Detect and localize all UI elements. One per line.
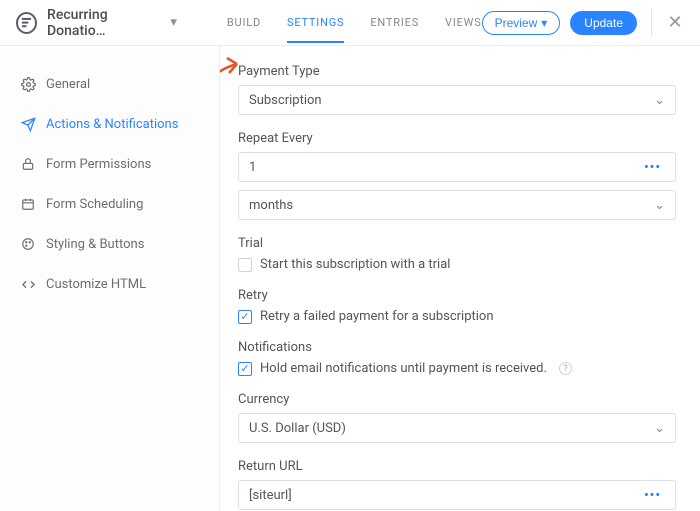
help-icon[interactable]: ? (559, 362, 572, 375)
label-currency: Currency (238, 392, 676, 407)
settings-panel: Payment Type Subscription ⌄ Repeat Every… (220, 46, 700, 511)
gear-icon (20, 76, 36, 92)
label-return-url: Return URL (238, 459, 676, 474)
label-payment-type: Payment Type (238, 64, 676, 79)
sidebar-item-label: General (46, 77, 90, 92)
field-retry: Retry Retry a failed payment for a subsc… (238, 288, 676, 324)
input-repeat-value[interactable]: 1 ••• (238, 152, 676, 182)
header-actions: Preview ▾ Update ✕ (482, 9, 684, 37)
preview-button[interactable]: Preview ▾ (482, 11, 561, 35)
caret-down-icon: ▾ (170, 15, 177, 30)
more-options-icon[interactable]: ••• (640, 160, 665, 175)
field-currency: Currency U.S. Dollar (USD) ⌄ (238, 392, 676, 443)
chevron-down-icon: ⌄ (654, 198, 665, 213)
calendar-icon (20, 196, 36, 212)
sidebar-item-label: Actions & Notifications (46, 117, 178, 132)
lock-icon (20, 156, 36, 172)
sidebar-item-form-scheduling[interactable]: Form Scheduling (0, 184, 219, 224)
checkbox-label: Hold email notifications until payment i… (260, 361, 547, 376)
select-repeat-unit[interactable]: months ⌄ (238, 190, 676, 220)
label-retry: Retry (238, 288, 676, 303)
field-payment-type: Payment Type Subscription ⌄ (238, 64, 676, 115)
form-title: Recurring Donatio… (47, 7, 162, 39)
divider (651, 9, 652, 37)
field-return-url: Return URL [siteurl] ••• (238, 459, 676, 510)
sidebar-item-actions-notifications[interactable]: Actions & Notifications (0, 104, 219, 144)
input-value: [siteurl] (249, 488, 640, 503)
sidebar-item-general[interactable]: General (0, 64, 219, 104)
checkbox-retry[interactable] (238, 310, 252, 324)
select-value: Subscription (249, 93, 322, 108)
select-currency[interactable]: U.S. Dollar (USD) ⌄ (238, 413, 676, 443)
select-value: U.S. Dollar (USD) (249, 421, 346, 436)
checkbox-trial[interactable] (238, 258, 252, 272)
palette-icon (20, 236, 36, 252)
tab-entries[interactable]: ENTRIES (370, 2, 419, 43)
label-trial: Trial (238, 236, 676, 251)
chevron-down-icon: ⌄ (654, 421, 665, 436)
sidebar-item-label: Styling & Buttons (46, 237, 144, 252)
settings-sidebar: General Actions & Notifications Form Per… (0, 46, 220, 511)
select-value: months (249, 198, 293, 213)
send-icon (20, 116, 36, 132)
app-logo-icon (16, 12, 37, 34)
checkbox-notifications[interactable] (238, 362, 252, 376)
sidebar-item-customize-html[interactable]: Customize HTML (0, 264, 219, 304)
sidebar-item-label: Customize HTML (46, 277, 146, 292)
form-title-dropdown[interactable]: Recurring Donatio… ▾ (47, 7, 177, 39)
field-notifications: Notifications Hold email notifications u… (238, 340, 676, 376)
sidebar-item-label: Form Scheduling (46, 197, 143, 212)
sidebar-item-styling-buttons[interactable]: Styling & Buttons (0, 224, 219, 264)
field-trial: Trial Start this subscription with a tri… (238, 236, 676, 272)
select-payment-type[interactable]: Subscription ⌄ (238, 85, 676, 115)
top-bar: Recurring Donatio… ▾ BUILD SETTINGS ENTR… (0, 0, 700, 46)
field-repeat-every: Repeat Every 1 ••• months ⌄ (238, 131, 676, 220)
caret-down-icon: ▾ (541, 16, 547, 30)
input-return-url[interactable]: [siteurl] ••• (238, 480, 676, 510)
checkbox-label: Start this subscription with a trial (260, 257, 450, 272)
close-icon[interactable]: ✕ (666, 12, 684, 33)
main-tabs: BUILD SETTINGS ENTRIES VIEWS (227, 2, 482, 43)
sidebar-item-form-permissions[interactable]: Form Permissions (0, 144, 219, 184)
code-icon (20, 276, 36, 292)
label-repeat-every: Repeat Every (238, 131, 676, 146)
sidebar-item-label: Form Permissions (46, 157, 151, 172)
tab-settings[interactable]: SETTINGS (287, 2, 344, 43)
preview-label: Preview (495, 16, 538, 30)
chevron-down-icon: ⌄ (654, 93, 665, 108)
update-button[interactable]: Update (570, 11, 637, 35)
more-options-icon[interactable]: ••• (640, 488, 665, 503)
tab-build[interactable]: BUILD (227, 2, 261, 43)
input-value: 1 (249, 160, 640, 175)
checkbox-label: Retry a failed payment for a subscriptio… (260, 309, 494, 324)
tab-views[interactable]: VIEWS (445, 2, 482, 43)
label-notifications: Notifications (238, 340, 676, 355)
